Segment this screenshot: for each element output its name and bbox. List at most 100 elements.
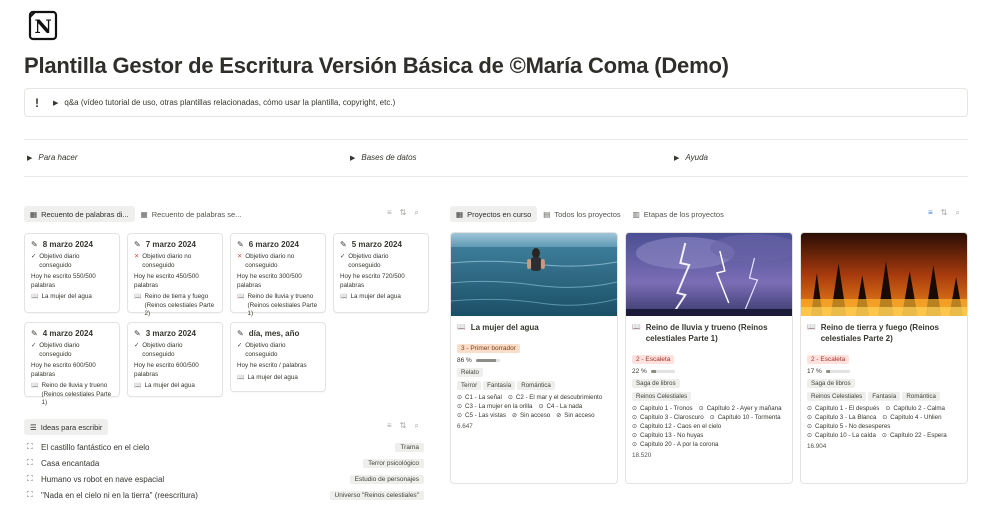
chapter-link[interactable]: ⊙ C2 - El mar y el descubrimiento (508, 394, 602, 401)
cross-icon: ✕ (134, 253, 140, 260)
idea-tag: Trama (395, 442, 424, 452)
linked-project[interactable]: 📖 Reino de lluvia y trueno (Reinos celest… (31, 382, 113, 408)
chapter-dot-icon: ⊙ (632, 433, 638, 439)
word-count-card[interactable]: ✎ 5 marzo 2024 ✓ Objetivo diario conseguido… (333, 233, 429, 313)
progress-label: 17 % (807, 368, 822, 375)
genre-chip: Fantasía (868, 392, 901, 401)
linked-project[interactable]: 📖 La mujer del agua (340, 293, 422, 302)
project-title: Reino de lluvia y trueno (Reinos celesti… (645, 323, 768, 343)
progress-label: 86 % (457, 357, 472, 364)
tab-proyectos-en-curso[interactable]: ▦ Proyectos en curso (450, 206, 538, 222)
search-icon[interactable]: ⌕ (955, 208, 959, 218)
book-icon: 📖 (457, 324, 466, 331)
toggle-bases-de-datos[interactable]: ▶ Bases de datos (350, 153, 417, 162)
chapter-link[interactable]: ⊙ Capítulo 1 - Tronos (632, 405, 693, 412)
tab-recuento-diario[interactable]: ▦ Recuento de palabras di... (24, 206, 135, 222)
project-card[interactable]: 📖 Reino de tierra y fuego (Reinos celesti… (800, 232, 968, 484)
toggle-triangle-icon[interactable]: ▶ (53, 99, 58, 107)
project-card[interactable]: 📖 La mujer del agua 3 - Primer borrador 86 … (450, 232, 618, 484)
tab-recuento-semanal[interactable]: ▦ Recuento de palabras se... (135, 206, 248, 222)
chapter-name: Capítulo 13 - No huyas (640, 432, 704, 439)
sort-icon[interactable]: ⇅ (400, 208, 407, 218)
qa-callout[interactable]: ! ▶ q&a (vídeo tutorial de uso, otras pl… (24, 88, 968, 117)
project-name: Reino de lluvia y trueno (Reinos celesti… (41, 382, 112, 406)
idea-list-item[interactable]: ⛶ Casa encantada Terror psicológico (27, 457, 424, 469)
chapter-link[interactable]: ⊘ Sin acceso (556, 412, 594, 419)
word-count-card[interactable]: ✎ 8 marzo 2024 ✓ Objetivo diario conseguido… (24, 233, 120, 313)
idea-list-item[interactable]: ⛶ El castillo fantástico en el cielo Trama (27, 441, 424, 453)
objective-text: Objetivo diario no conseguido (245, 253, 295, 269)
progress-bar (475, 359, 500, 362)
project-card[interactable]: 📖 Reino de lluvia y trueno (Reinos celest… (625, 232, 793, 484)
toggle-triangle-icon: ▶ (350, 154, 356, 162)
idea-list-item[interactable]: ⛶ Humano vs robot en nave espacial Estudio… (27, 473, 424, 485)
book-icon: 📖 (237, 294, 245, 300)
word-count-card[interactable]: ✎ 7 marzo 2024 ✕ Objetivo diario no consegu… (127, 233, 223, 317)
words-written: Hoy he escrito / palabras (237, 362, 307, 369)
exclamation-icon: ! (35, 95, 39, 110)
idea-list-item[interactable]: ⛶ "Nada en el cielo ni en la tierra" (ree… (27, 489, 424, 501)
sort-icon[interactable]: ⇅ (941, 208, 948, 218)
chapter-link[interactable]: ⊙ Capítulo 5 - No desesperes (807, 423, 890, 430)
tab-etapas-de-los-proyectos[interactable]: ▥ Etapas de los proyectos (627, 206, 730, 222)
svg-text:N: N (34, 16, 51, 38)
type-chip: Saga de libros (632, 379, 680, 388)
filter-icon[interactable]: ≡ (928, 208, 933, 218)
chapter-link[interactable]: ⊙ C3 - La mujer en la orilla (457, 403, 532, 410)
project-card-body: 📖 La mujer del agua 3 - Primer borrador 86 … (451, 316, 617, 436)
linked-project[interactable]: 📖 La mujer del agua (31, 293, 113, 302)
toggle-ayuda[interactable]: ▶ Ayuda (674, 153, 708, 162)
book-icon: 📖 (632, 324, 641, 331)
chapter-link[interactable]: ⊙ Capítulo 1 - El después (807, 405, 879, 412)
objective-text: Objetivo diario conseguido (142, 342, 183, 358)
chapter-link[interactable]: ⊙ Capítulo 10 - Tormenta (710, 414, 781, 421)
gallery-icon: ▦ (456, 209, 464, 219)
word-count-card[interactable]: ✎ 4 marzo 2024 ✓ Objetivo diario conseguido… (24, 322, 120, 406)
tab-todos-los-proyectos[interactable]: ▤ Todos los proyectos (537, 206, 626, 222)
chapter-link[interactable]: ⊙ C4 - La nada (538, 403, 582, 410)
word-count-card[interactable]: ✎ día, mes, año ✓ Objetivo diario conseguid… (230, 322, 326, 392)
idea-tag: Terror psicológico (363, 458, 424, 468)
chapter-link[interactable]: ⊙ Capítulo 13 - No huyas (632, 432, 703, 439)
chapter-link[interactable]: ⊙ Capítulo 10 - La caída (807, 432, 876, 439)
hidden-eye-icon: ⊘ (511, 413, 517, 419)
linked-project[interactable]: 📖 Reino de lluvia y trueno (Reinos celest… (237, 293, 319, 319)
chapter-link[interactable]: ⊙ Capítulo 3 - Claroscuro (632, 414, 704, 421)
chapter-link[interactable]: ⊙ Capítulo 20 - A por la corona (632, 441, 718, 448)
type-row: Saga de libros (632, 379, 786, 392)
search-icon[interactable]: ⌕ (414, 421, 418, 431)
linked-project[interactable]: 📖 La mujer del agua (237, 374, 319, 383)
chapter-link[interactable]: ⊙ Capítulo 2 - Calma (885, 405, 945, 412)
sort-icon[interactable]: ⇅ (400, 421, 407, 431)
chapter-link[interactable]: ⊙ Capítulo 12 - Caos en el cielo (632, 423, 721, 430)
chapter-name: C4 - La nada (546, 403, 583, 410)
toggle-para-hacer[interactable]: ▶ Para hacer (27, 153, 78, 162)
tab-ideas-para-escribir[interactable]: ☰ Ideas para escribir (24, 419, 109, 435)
chapter-link[interactable]: ⊙ Capítulo 2 - Ayer y mañana (699, 405, 782, 412)
filter-icon[interactable]: ≡ (387, 421, 392, 431)
card-date: 6 marzo 2024 (248, 240, 299, 249)
chapter-dot-icon: ⊙ (807, 424, 813, 430)
word-count-card[interactable]: ✎ 6 marzo 2024 ✕ Objetivo diario no consegu… (230, 233, 326, 317)
genre-row: Terror Fantasía Romántica (457, 381, 611, 394)
chapter-link[interactable]: ⊙ C5 - Las vistas (457, 412, 506, 419)
chapter-name: C5 - Las vistas (465, 412, 506, 419)
chapter-dot-icon: ⊙ (881, 433, 887, 439)
search-icon[interactable]: ⌕ (414, 208, 418, 218)
edit-note-icon: ✎ (237, 240, 244, 249)
check-icon: ✓ (31, 342, 37, 349)
linked-project[interactable]: 📖 La mujer del agua (134, 382, 216, 391)
words-written: Hoy he escrito 300/500 palabras (237, 273, 302, 289)
linked-project[interactable]: 📖 Reino de tierra y fuego (Reinos celesti… (134, 293, 216, 319)
chapter-dot-icon: ⊙ (507, 395, 513, 401)
edit-note-icon: ✎ (134, 329, 141, 338)
chapter-link[interactable]: ⊙ Capítulo 22 - Espera (882, 432, 947, 439)
word-count-card[interactable]: ✎ 3 marzo 2024 ✓ Objetivo diario conseguido… (127, 322, 223, 397)
chapter-link[interactable]: ⊙ Capítulo 4 - Uhlien (882, 414, 941, 421)
filter-icon[interactable]: ≡ (387, 208, 392, 218)
chapter-link[interactable]: ⊙ C1 - La señal (457, 394, 502, 401)
objective-row: ✓ Objetivo diario conseguido (134, 342, 216, 359)
chapter-link[interactable]: ⊙ Capítulo 3 - La Blanca (807, 414, 876, 421)
check-icon: ✓ (340, 253, 346, 260)
chapter-link[interactable]: ⊘ Sin acceso (512, 412, 550, 419)
